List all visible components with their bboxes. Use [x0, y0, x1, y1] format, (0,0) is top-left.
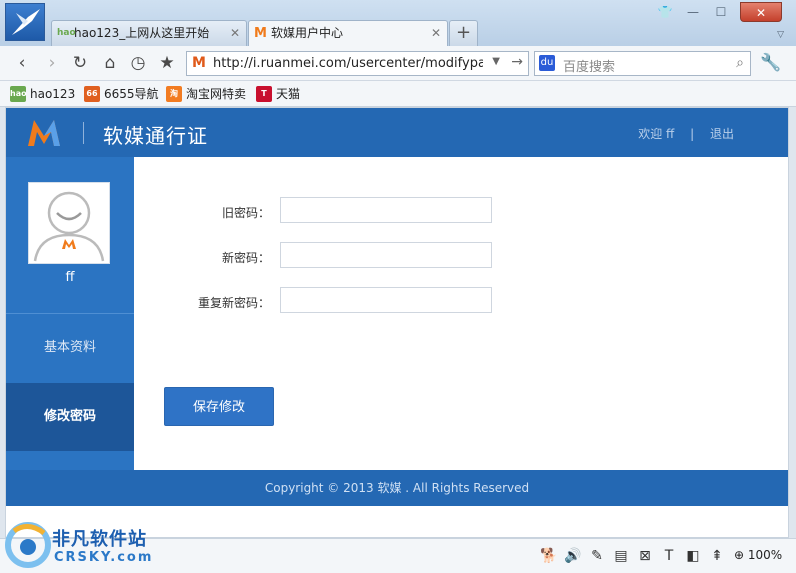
sidebar-item-change-password[interactable]: 修改密码	[6, 383, 134, 451]
brand-title: 软媒通行证	[103, 124, 208, 148]
new-tab-button[interactable]: +	[449, 20, 478, 46]
speaker-icon[interactable]: 🔊	[564, 547, 582, 565]
old-password-input[interactable]	[280, 197, 492, 223]
scroll-top-icon[interactable]: ⇞	[708, 547, 726, 565]
header-separator: |	[690, 127, 695, 141]
bookmark-label: 6655导航	[104, 87, 159, 101]
site-header: 软媒通行证 欢迎 ff | 退出	[6, 108, 788, 157]
welcome-text[interactable]: 欢迎 ff	[638, 127, 674, 141]
refresh-icon[interactable]: ↻	[70, 53, 90, 73]
logout-link[interactable]: 退出	[710, 127, 734, 141]
document-icon[interactable]: ▤	[612, 547, 630, 565]
watermark-sub: CRSKY.com	[54, 550, 154, 565]
minimize-icon[interactable]: —	[680, 2, 706, 22]
old-password-label: 旧密码：	[221, 206, 270, 220]
new-password-label: 新密码：	[221, 251, 270, 265]
status-bar: 非凡软件站 CRSKY.com 🐕 🔊 ✎ ▤ ⊠ T ◧ ⇞ ⊕ 100%	[0, 522, 796, 573]
6655-icon: 66	[84, 86, 100, 102]
maximize-icon[interactable]: ☐	[708, 2, 734, 22]
old-password-row: 旧密码：	[134, 197, 788, 225]
bookmark-tmall[interactable]: T 天猫	[256, 85, 300, 103]
wrench-icon[interactable]: 🔧	[760, 53, 781, 73]
ruanmei-logo-icon[interactable]	[26, 118, 62, 148]
address-bar[interactable]: M http://i.ruanmei.com/usercenter/modify…	[186, 51, 529, 76]
split-view-icon[interactable]: ◧	[684, 547, 702, 565]
back-arrow-icon[interactable]: ‹	[12, 53, 32, 73]
search-box[interactable]: du 百度搜索 ⌕	[534, 51, 751, 76]
dog-icon[interactable]: 🐕	[540, 547, 558, 565]
bookmark-6655[interactable]: 66 6655导航	[84, 85, 159, 103]
taobao-icon: 淘	[166, 86, 182, 102]
tab-title: 软媒用户中心	[271, 26, 344, 40]
sidebar: ff 基本资料 修改密码	[6, 157, 134, 470]
tab-list-chevron-down-icon[interactable]: ▽	[777, 30, 784, 40]
baidu-paw-icon[interactable]: du	[539, 55, 555, 71]
search-placeholder[interactable]: 百度搜索	[563, 56, 615, 75]
zoom-level[interactable]: ⊕ 100%	[734, 548, 782, 562]
tab-ruanmei-usercenter[interactable]: M 软媒用户中心 ✕	[248, 20, 448, 46]
site-footer: Copyright © 2013 软媒 . All Rights Reserve…	[6, 470, 788, 506]
window-controls: 👕 — ☐ ✕	[658, 2, 790, 22]
zoom-value: 100%	[747, 548, 783, 562]
site-m-icon: M	[192, 55, 206, 71]
bookmark-label: 淘宝网特卖	[186, 87, 247, 101]
browser-logo[interactable]	[5, 3, 45, 41]
brand-divider	[83, 122, 84, 144]
new-password-row: 新密码：	[134, 242, 788, 270]
save-changes-button[interactable]: 保存修改	[164, 387, 274, 426]
close-icon[interactable]: ✕	[431, 21, 441, 45]
navigation-toolbar: ‹ › ↻ ⌂ ◷ ★ M http://i.ruanmei.com/userc…	[0, 46, 796, 81]
sidebar-item-basic-info[interactable]: 基本资料	[6, 314, 134, 382]
go-arrow-icon[interactable]: →	[511, 54, 523, 70]
tab-title: hao123_上网从这里开始	[74, 26, 210, 40]
repeat-password-label: 重复新密码：	[197, 296, 270, 310]
address-url[interactable]: http://i.ruanmei.com/usercenter/modifypa…	[213, 56, 483, 71]
browser-titlebar: hao hao123_上网从这里开始 ✕ M 软媒用户中心 ✕ + 👕 — ☐ …	[0, 0, 796, 46]
crsky-logo-icon	[5, 522, 51, 568]
avatar[interactable]	[28, 182, 110, 264]
repeat-password-input[interactable]	[280, 287, 492, 313]
forward-arrow-icon[interactable]: ›	[42, 53, 62, 73]
swallow-icon	[12, 9, 40, 35]
watermark-title: 非凡软件站	[52, 529, 147, 550]
text-icon[interactable]: T	[660, 547, 678, 565]
new-password-input[interactable]	[280, 242, 492, 268]
repeat-password-row: 重复新密码：	[134, 287, 788, 315]
username: ff	[65, 270, 75, 285]
history-clock-icon[interactable]: ◷	[128, 53, 148, 73]
close-box-icon[interactable]: ⊠	[636, 547, 654, 565]
search-icon[interactable]: ⌕	[736, 55, 744, 71]
user-links: 欢迎 ff | 退出	[632, 125, 740, 142]
change-password-form: 旧密码： 新密码： 重复新密码： 保存修改	[134, 157, 788, 470]
bookmarks-bar: hao hao123 66 6655导航 淘 淘宝网特卖 T 天猫	[0, 81, 796, 107]
bookmark-label: 天猫	[276, 87, 301, 101]
m-icon: M	[254, 26, 267, 41]
status-icons: 🐕 🔊 ✎ ▤ ⊠ T ◧ ⇞	[540, 547, 730, 567]
crsky-watermark: 非凡软件站 CRSKY.com	[4, 513, 160, 573]
hao-icon: hao	[10, 86, 27, 102]
shirt-icon[interactable]: 👕	[652, 2, 678, 22]
home-icon[interactable]: ⌂	[100, 53, 120, 73]
default-avatar-icon	[33, 191, 105, 262]
hao-icon: hao	[57, 28, 76, 38]
edit-icon[interactable]: ✎	[588, 547, 606, 565]
close-window-button[interactable]: ✕	[740, 2, 782, 22]
favorite-star-icon[interactable]: ★	[157, 53, 177, 73]
bookmark-taobao[interactable]: 淘 淘宝网特卖	[166, 85, 246, 103]
close-icon[interactable]: ✕	[230, 21, 240, 45]
bookmark-label: hao123	[30, 87, 76, 101]
web-page: 软媒通行证 欢迎 ff | 退出 ff 基本资料 修改密码 旧密码： 新密码：	[5, 107, 789, 538]
tab-hao123[interactable]: hao hao123_上网从这里开始 ✕	[51, 20, 247, 46]
chevron-down-icon[interactable]: ▼	[492, 56, 500, 67]
bookmark-hao123[interactable]: hao hao123	[10, 85, 75, 103]
tmall-icon: T	[256, 86, 272, 102]
